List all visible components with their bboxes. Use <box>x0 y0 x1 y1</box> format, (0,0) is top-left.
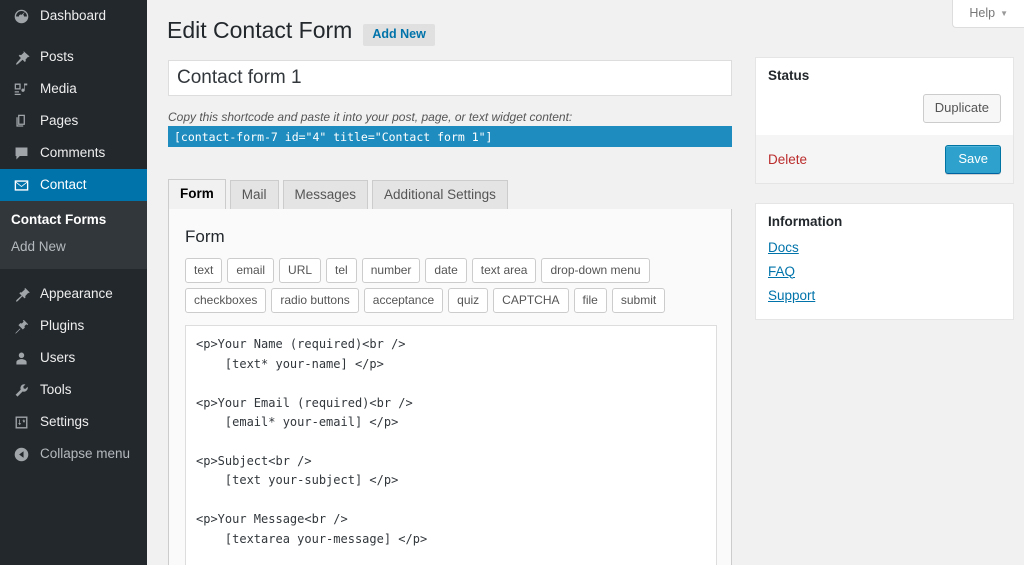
sidebar-item-pages[interactable]: Pages <box>0 105 147 137</box>
sidebar-item-comments[interactable]: Comments <box>0 137 147 169</box>
sliders-icon <box>11 412 31 432</box>
save-button[interactable]: Save <box>945 144 1001 174</box>
sidebar-item-label: Posts <box>40 49 74 65</box>
tag-button-quiz[interactable]: quiz <box>448 288 489 314</box>
docs-link[interactable]: Docs <box>768 240 1001 255</box>
tag-button-email[interactable]: email <box>227 258 275 284</box>
sidebar-item-label: Media <box>40 81 77 97</box>
tag-button-drop-down-menu[interactable]: drop-down menu <box>541 258 650 284</box>
sidebar-item-label: Dashboard <box>40 8 107 24</box>
sidebar-item-label: Contact <box>40 177 87 193</box>
tag-button-checkboxes[interactable]: checkboxes <box>185 288 267 314</box>
sidebar-item-label: Pages <box>40 113 79 129</box>
tag-button-file[interactable]: file <box>573 288 607 314</box>
help-toggle-button[interactable]: Help ▼ <box>953 3 1024 24</box>
sidebar-item-dashboard[interactable]: Dashboard <box>0 0 147 32</box>
sidebar-item-media[interactable]: Media <box>0 73 147 105</box>
wp-admin-screen: Dashboard Posts Media Pages Comments Con… <box>0 0 1024 565</box>
status-panel-heading: Status <box>768 68 810 83</box>
status-panel: Status Duplicate Delete Save <box>755 57 1014 184</box>
shortcode-input[interactable] <box>168 126 732 147</box>
chevron-down-icon: ▼ <box>1000 9 1008 18</box>
sidebar-item-settings[interactable]: Settings <box>0 406 147 438</box>
status-panel-actions: Delete Save <box>756 134 1013 183</box>
delete-link[interactable]: Delete <box>768 152 807 167</box>
status-panel-body: Duplicate <box>756 93 1013 135</box>
tab-mail[interactable]: Mail <box>229 180 279 210</box>
main-content: Help ▼ Edit Contact Form Add New Copy thi… <box>147 0 1024 565</box>
sidebar-item-label: Plugins <box>40 318 85 334</box>
sidebar-item-collapse-menu[interactable]: Collapse menu <box>0 438 147 470</box>
duplicate-button[interactable]: Duplicate <box>922 93 1001 123</box>
envelope-icon <box>11 175 31 195</box>
sidebar-item-label: Users <box>40 350 76 366</box>
tag-button-number[interactable]: number <box>361 258 421 284</box>
editor-tab-bar: Form Mail Messages Additional Settings <box>168 179 732 210</box>
tag-button-acceptance[interactable]: acceptance <box>363 288 444 314</box>
tag-button-text-area[interactable]: text area <box>471 258 537 284</box>
collapse-arrow-icon <box>11 444 31 464</box>
sidebar-item-plugins[interactable]: Plugins <box>0 310 147 342</box>
support-link[interactable]: Support <box>768 288 1001 303</box>
tag-button-radio-buttons[interactable]: radio buttons <box>271 288 359 314</box>
tag-button-submit[interactable]: submit <box>611 288 666 314</box>
user-icon <box>11 348 31 368</box>
screen-meta-links: Help ▼ <box>952 0 1024 28</box>
information-panel: Information Docs FAQ Support <box>755 203 1014 320</box>
form-title-input[interactable] <box>168 60 732 96</box>
shortcode-hint: Copy this shortcode and paste it into yo… <box>168 110 573 124</box>
page-title: Edit Contact Form <box>167 17 353 43</box>
page-header: Edit Contact Form Add New <box>167 17 435 46</box>
pin-icon <box>11 47 31 67</box>
tag-generator-buttons: text email URL tel number date text area… <box>185 258 717 314</box>
add-new-button[interactable]: Add New <box>363 24 435 46</box>
tag-button-date[interactable]: date <box>425 258 467 284</box>
help-label: Help <box>969 6 996 20</box>
sidebar-item-users[interactable]: Users <box>0 342 147 374</box>
submenu-item-contact-forms[interactable]: Contact Forms <box>11 207 147 234</box>
comments-icon <box>11 143 31 163</box>
form-panel-heading: Form <box>185 227 225 246</box>
plug-icon <box>11 316 31 336</box>
sidebar-item-label: Tools <box>40 382 72 398</box>
tab-messages[interactable]: Messages <box>282 180 369 210</box>
media-icon <box>11 79 31 99</box>
sidebar-item-label: Collapse menu <box>40 446 131 462</box>
tag-button-url[interactable]: URL <box>279 258 322 284</box>
sidebar-item-contact[interactable]: Contact <box>0 169 155 201</box>
sidebar-item-posts[interactable]: Posts <box>0 41 147 73</box>
tag-button-tel[interactable]: tel <box>326 258 357 284</box>
information-panel-body: Docs FAQ Support <box>756 240 1013 319</box>
dashboard-icon <box>11 6 31 26</box>
sidebar-item-label: Settings <box>40 414 89 430</box>
form-body-textarea[interactable]: <p>Your Name (required)<br /> [text* you… <box>185 325 717 565</box>
tag-button-captcha[interactable]: CAPTCHA <box>493 288 569 314</box>
pages-icon <box>11 111 31 131</box>
information-panel-heading: Information <box>768 214 843 229</box>
sidebar-item-label: Appearance <box>40 286 113 302</box>
sidebar-item-tools[interactable]: Tools <box>0 374 147 406</box>
admin-sidebar: Dashboard Posts Media Pages Comments Con… <box>0 0 155 565</box>
wrench-icon <box>11 380 31 400</box>
sidebar-item-label: Comments <box>40 145 106 161</box>
sidebar-item-appearance[interactable]: Appearance <box>0 278 147 310</box>
submenu-item-add-new[interactable]: Add New <box>11 234 147 261</box>
brush-icon <box>11 284 31 304</box>
tab-form[interactable]: Form <box>168 179 226 210</box>
contact-submenu: Contact Forms Add New <box>0 201 147 269</box>
tag-button-text[interactable]: text <box>185 258 223 284</box>
faq-link[interactable]: FAQ <box>768 264 1001 279</box>
form-tab-panel: Form text email URL tel number date text… <box>168 209 732 565</box>
tab-additional-settings[interactable]: Additional Settings <box>372 180 508 210</box>
